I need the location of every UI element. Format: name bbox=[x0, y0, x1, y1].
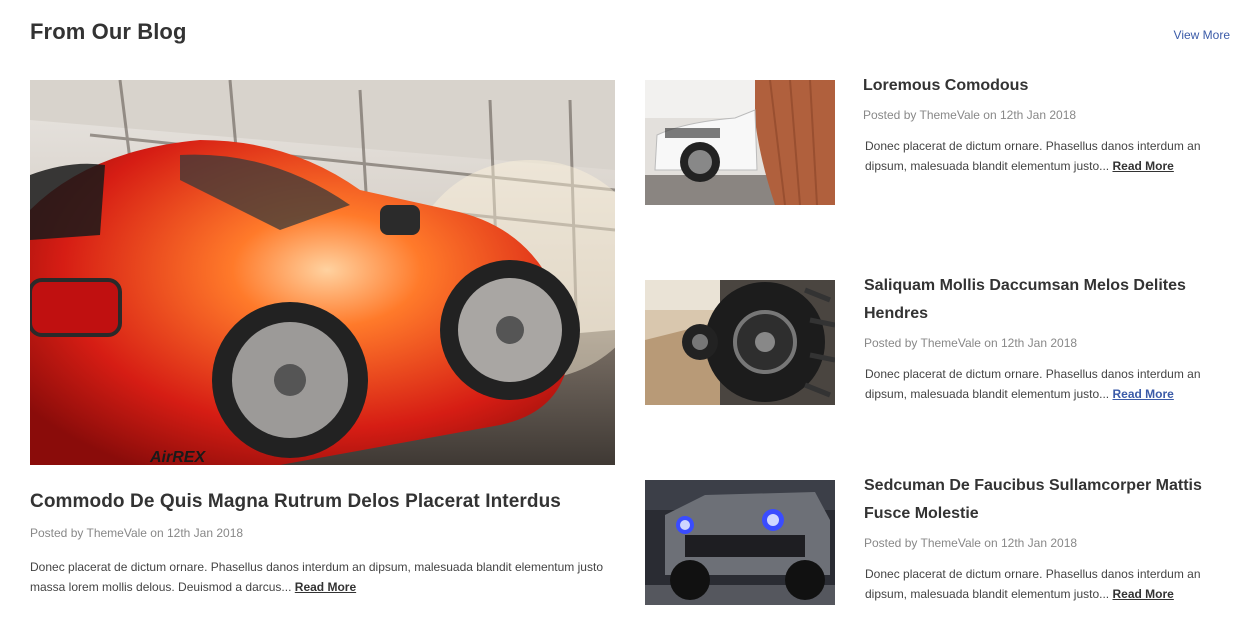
post-2-meta: Posted by ThemeVale on 12th Jan 2018 bbox=[864, 336, 1078, 350]
post-1-excerpt: Donec placerat de dictum ornare. Phasell… bbox=[865, 136, 1215, 176]
red-sports-car-photo: AirREX bbox=[30, 80, 615, 465]
post-3-body: Sedcuman De Faucibus Sullamcorper Mattis… bbox=[864, 472, 1234, 604]
post-1-image[interactable] bbox=[645, 80, 835, 205]
featured-read-more-link[interactable]: Read More bbox=[295, 580, 356, 594]
view-more-link[interactable]: View More bbox=[1174, 28, 1230, 42]
post-2-read-more-link[interactable]: Read More bbox=[1112, 387, 1173, 401]
post-3-excerpt: Donec placerat de dictum ornare. Phasell… bbox=[865, 564, 1215, 604]
post-2-body: Saliquam Mollis Daccumsan Melos Delites … bbox=[864, 272, 1234, 404]
featured-post-image[interactable]: AirREX bbox=[30, 80, 615, 465]
featured-post-excerpt: Donec placerat de dictum ornare. Phasell… bbox=[30, 557, 620, 597]
section-title: From Our Blog bbox=[30, 19, 187, 44]
post-1-meta: Posted by ThemeVale on 12th Jan 2018 bbox=[863, 108, 1077, 122]
svg-text:AirREX: AirREX bbox=[149, 449, 206, 465]
post-2-title[interactable]: Saliquam Mollis Daccumsan Melos Delites … bbox=[864, 272, 1234, 328]
post-3-title[interactable]: Sedcuman De Faucibus Sullamcorper Mattis… bbox=[864, 472, 1234, 528]
white-suv-photo bbox=[645, 80, 835, 205]
post-3-image[interactable] bbox=[645, 480, 835, 605]
offroad-tire-photo bbox=[645, 280, 835, 405]
post-1-read-more-link[interactable]: Read More bbox=[1112, 159, 1173, 173]
featured-post-title[interactable]: Commodo De Quis Magna Rutrum Delos Place… bbox=[30, 491, 561, 513]
post-2-image[interactable] bbox=[645, 280, 835, 405]
post-2-excerpt: Donec placerat de dictum ornare. Phasell… bbox=[865, 364, 1215, 404]
post-1-body: Loremous Comodous Posted by ThemeVale on… bbox=[863, 72, 1234, 176]
post-3-read-more-link[interactable]: Read More bbox=[1112, 587, 1173, 601]
featured-post-meta: Posted by ThemeVale on 12th Jan 2018 bbox=[30, 526, 244, 540]
lifted-truck-photo bbox=[645, 480, 835, 605]
post-1-title[interactable]: Loremous Comodous bbox=[863, 72, 1234, 100]
post-3-meta: Posted by ThemeVale on 12th Jan 2018 bbox=[864, 536, 1078, 550]
